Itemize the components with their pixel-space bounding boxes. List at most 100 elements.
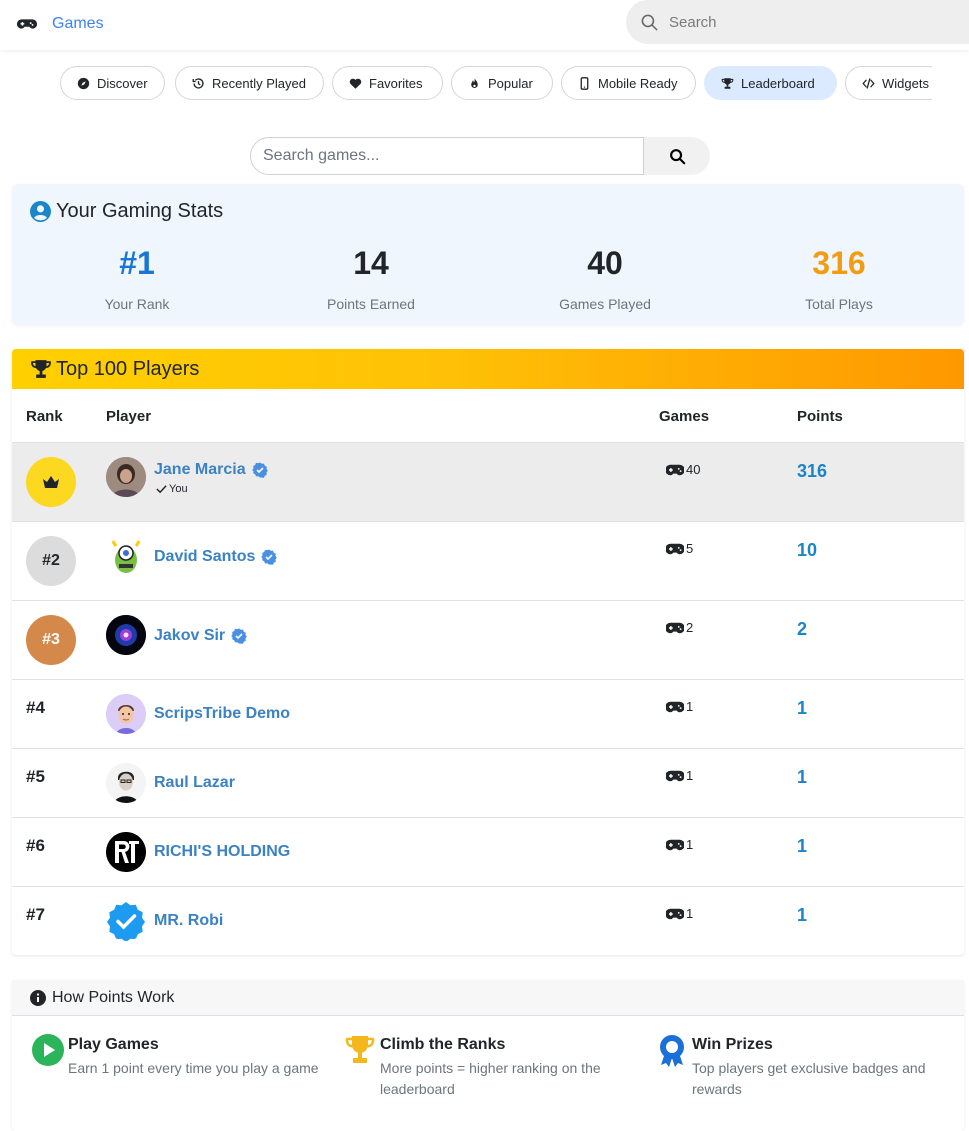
avatar-image [106, 457, 146, 497]
gamepad-icon [666, 770, 684, 781]
pill-label: Leaderboard [741, 75, 815, 91]
award-icon [656, 1034, 688, 1073]
history-icon [192, 77, 204, 89]
player-name[interactable]: David Santos [154, 548, 278, 566]
gamepad-icon [666, 543, 684, 554]
column-rank: Rank [26, 408, 63, 425]
gamepad-icon [666, 622, 684, 633]
rank-label: #5 [26, 767, 45, 786]
table-row[interactable]: #4 ScripsTribe Demo 1 1 [12, 679, 964, 748]
points-value: 10 [797, 540, 818, 560]
stat-label: Your Rank [104, 296, 170, 312]
player-name[interactable]: Raul Lazar [154, 774, 235, 792]
how-item-desc: Earn 1 point every time you play a game [68, 1060, 319, 1076]
points-value: 1 [797, 836, 808, 856]
avatar[interactable] [106, 536, 146, 576]
header-search-input[interactable] [669, 13, 929, 31]
rank-label: #6 [26, 836, 45, 855]
avatar[interactable] [106, 615, 146, 655]
richis-holding-logo [106, 832, 146, 872]
pill-label: Widgets [882, 75, 929, 91]
leaderboard-title: Top 100 Players [56, 357, 200, 380]
table-row[interactable]: #5 Raul Lazar 1 1 [12, 748, 964, 817]
how-item-title: Climb the Ranks [380, 1036, 506, 1053]
column-points: Points [797, 408, 843, 425]
table-row[interactable]: #3 Jakov Sir 2 2 [12, 600, 964, 679]
code-icon [862, 77, 875, 89]
player-name[interactable]: Jane Marcia [154, 461, 268, 479]
points-value: 2 [797, 619, 808, 639]
play-circle-icon [32, 1034, 64, 1071]
player-name[interactable]: MR. Robi [154, 912, 223, 930]
column-player: Player [106, 408, 152, 425]
player-name[interactable]: RICHI'S HOLDING [154, 843, 290, 861]
avatar-image [106, 615, 146, 655]
gamepad-icon [666, 839, 684, 850]
pill-label: Favorites [369, 75, 423, 91]
rank-badge-bronze: #3 [26, 615, 76, 665]
compass-icon [77, 77, 90, 89]
stat-rank: #1 Your Rank [20, 244, 254, 312]
pill-discover[interactable]: Discover [60, 66, 165, 100]
pill-leaderboard[interactable]: Leaderboard [704, 66, 837, 100]
stat-label: Games Played [559, 296, 651, 312]
trophy-icon [344, 1034, 376, 1071]
stat-label: Total Plays [805, 296, 873, 312]
category-nav: Discover Recently Played Favorites Popul… [60, 66, 932, 100]
game-search-input[interactable] [250, 137, 644, 175]
avatar[interactable] [106, 901, 146, 941]
verified-icon [251, 462, 268, 478]
stat-label: Points Earned [327, 296, 415, 312]
player-name[interactable]: ScripsTribe Demo [154, 705, 290, 723]
header-search[interactable] [626, 0, 969, 44]
table-row[interactable]: Jane Marcia You 40 316 [12, 442, 964, 521]
avatar-image [106, 763, 146, 803]
avatar[interactable] [106, 832, 146, 872]
pill-widgets[interactable]: Widgets [845, 66, 932, 100]
stat-games-played: 40 Games Played [488, 244, 722, 312]
search-icon [669, 148, 685, 164]
trophy-icon [721, 77, 734, 89]
rank-badge-gold [26, 457, 76, 507]
gamepad-icon [666, 701, 684, 712]
games-count: 1 [666, 699, 693, 714]
stat-value: #1 [119, 245, 155, 281]
avatar-image [110, 539, 142, 573]
stat-value: 316 [812, 245, 866, 281]
game-search-button[interactable] [644, 137, 710, 175]
gaming-stats-title: Your Gaming Stats [30, 200, 223, 223]
pill-popular[interactable]: Popular [451, 66, 553, 100]
rank-badge-silver: #2 [26, 536, 76, 586]
table-row[interactable]: #6 RICHI'S HOLDING 1 1 [12, 817, 964, 886]
you-badge: You [156, 483, 188, 495]
how-item-desc: More points = higher ranking on the lead… [380, 1060, 601, 1097]
mobile-icon [580, 76, 589, 90]
pill-label: Recently Played [212, 75, 306, 91]
leaderboard-header: Top 100 Players [12, 349, 964, 389]
how-item-title: Win Prizes [692, 1036, 773, 1053]
pill-recently-played[interactable]: Recently Played [175, 66, 324, 100]
top-bar: Games [0, 0, 969, 50]
games-count: 5 [666, 541, 693, 556]
games-count: 40 [666, 462, 700, 477]
player-name[interactable]: Jakov Sir [154, 627, 247, 645]
how-item-desc: Top players get exclusive badges and rew… [692, 1060, 926, 1097]
table-row[interactable]: #2 David Santos 5 10 [12, 521, 964, 600]
table-row[interactable]: #7 MR. Robi 1 1 [12, 886, 964, 955]
avatar[interactable] [106, 457, 146, 497]
pill-mobile-ready[interactable]: Mobile Ready [561, 66, 696, 100]
column-games: Games [659, 408, 710, 425]
games-count: 2 [666, 620, 693, 635]
leaderboard-card: Top 100 Players Rank Player Games Points… [12, 349, 964, 955]
avatar[interactable] [106, 694, 146, 734]
gamepad-icon [16, 19, 38, 29]
brand-label: Games [52, 15, 104, 32]
games-count: 1 [666, 768, 693, 783]
avatar[interactable] [106, 763, 146, 803]
pill-favorites[interactable]: Favorites [332, 66, 443, 100]
gaming-stats-card: Your Gaming Stats #1 Your Rank 14 Points… [12, 184, 964, 325]
points-value: 1 [797, 767, 808, 787]
points-value: 1 [797, 698, 808, 718]
points-value: 316 [797, 461, 828, 481]
brand[interactable]: Games [16, 13, 104, 35]
